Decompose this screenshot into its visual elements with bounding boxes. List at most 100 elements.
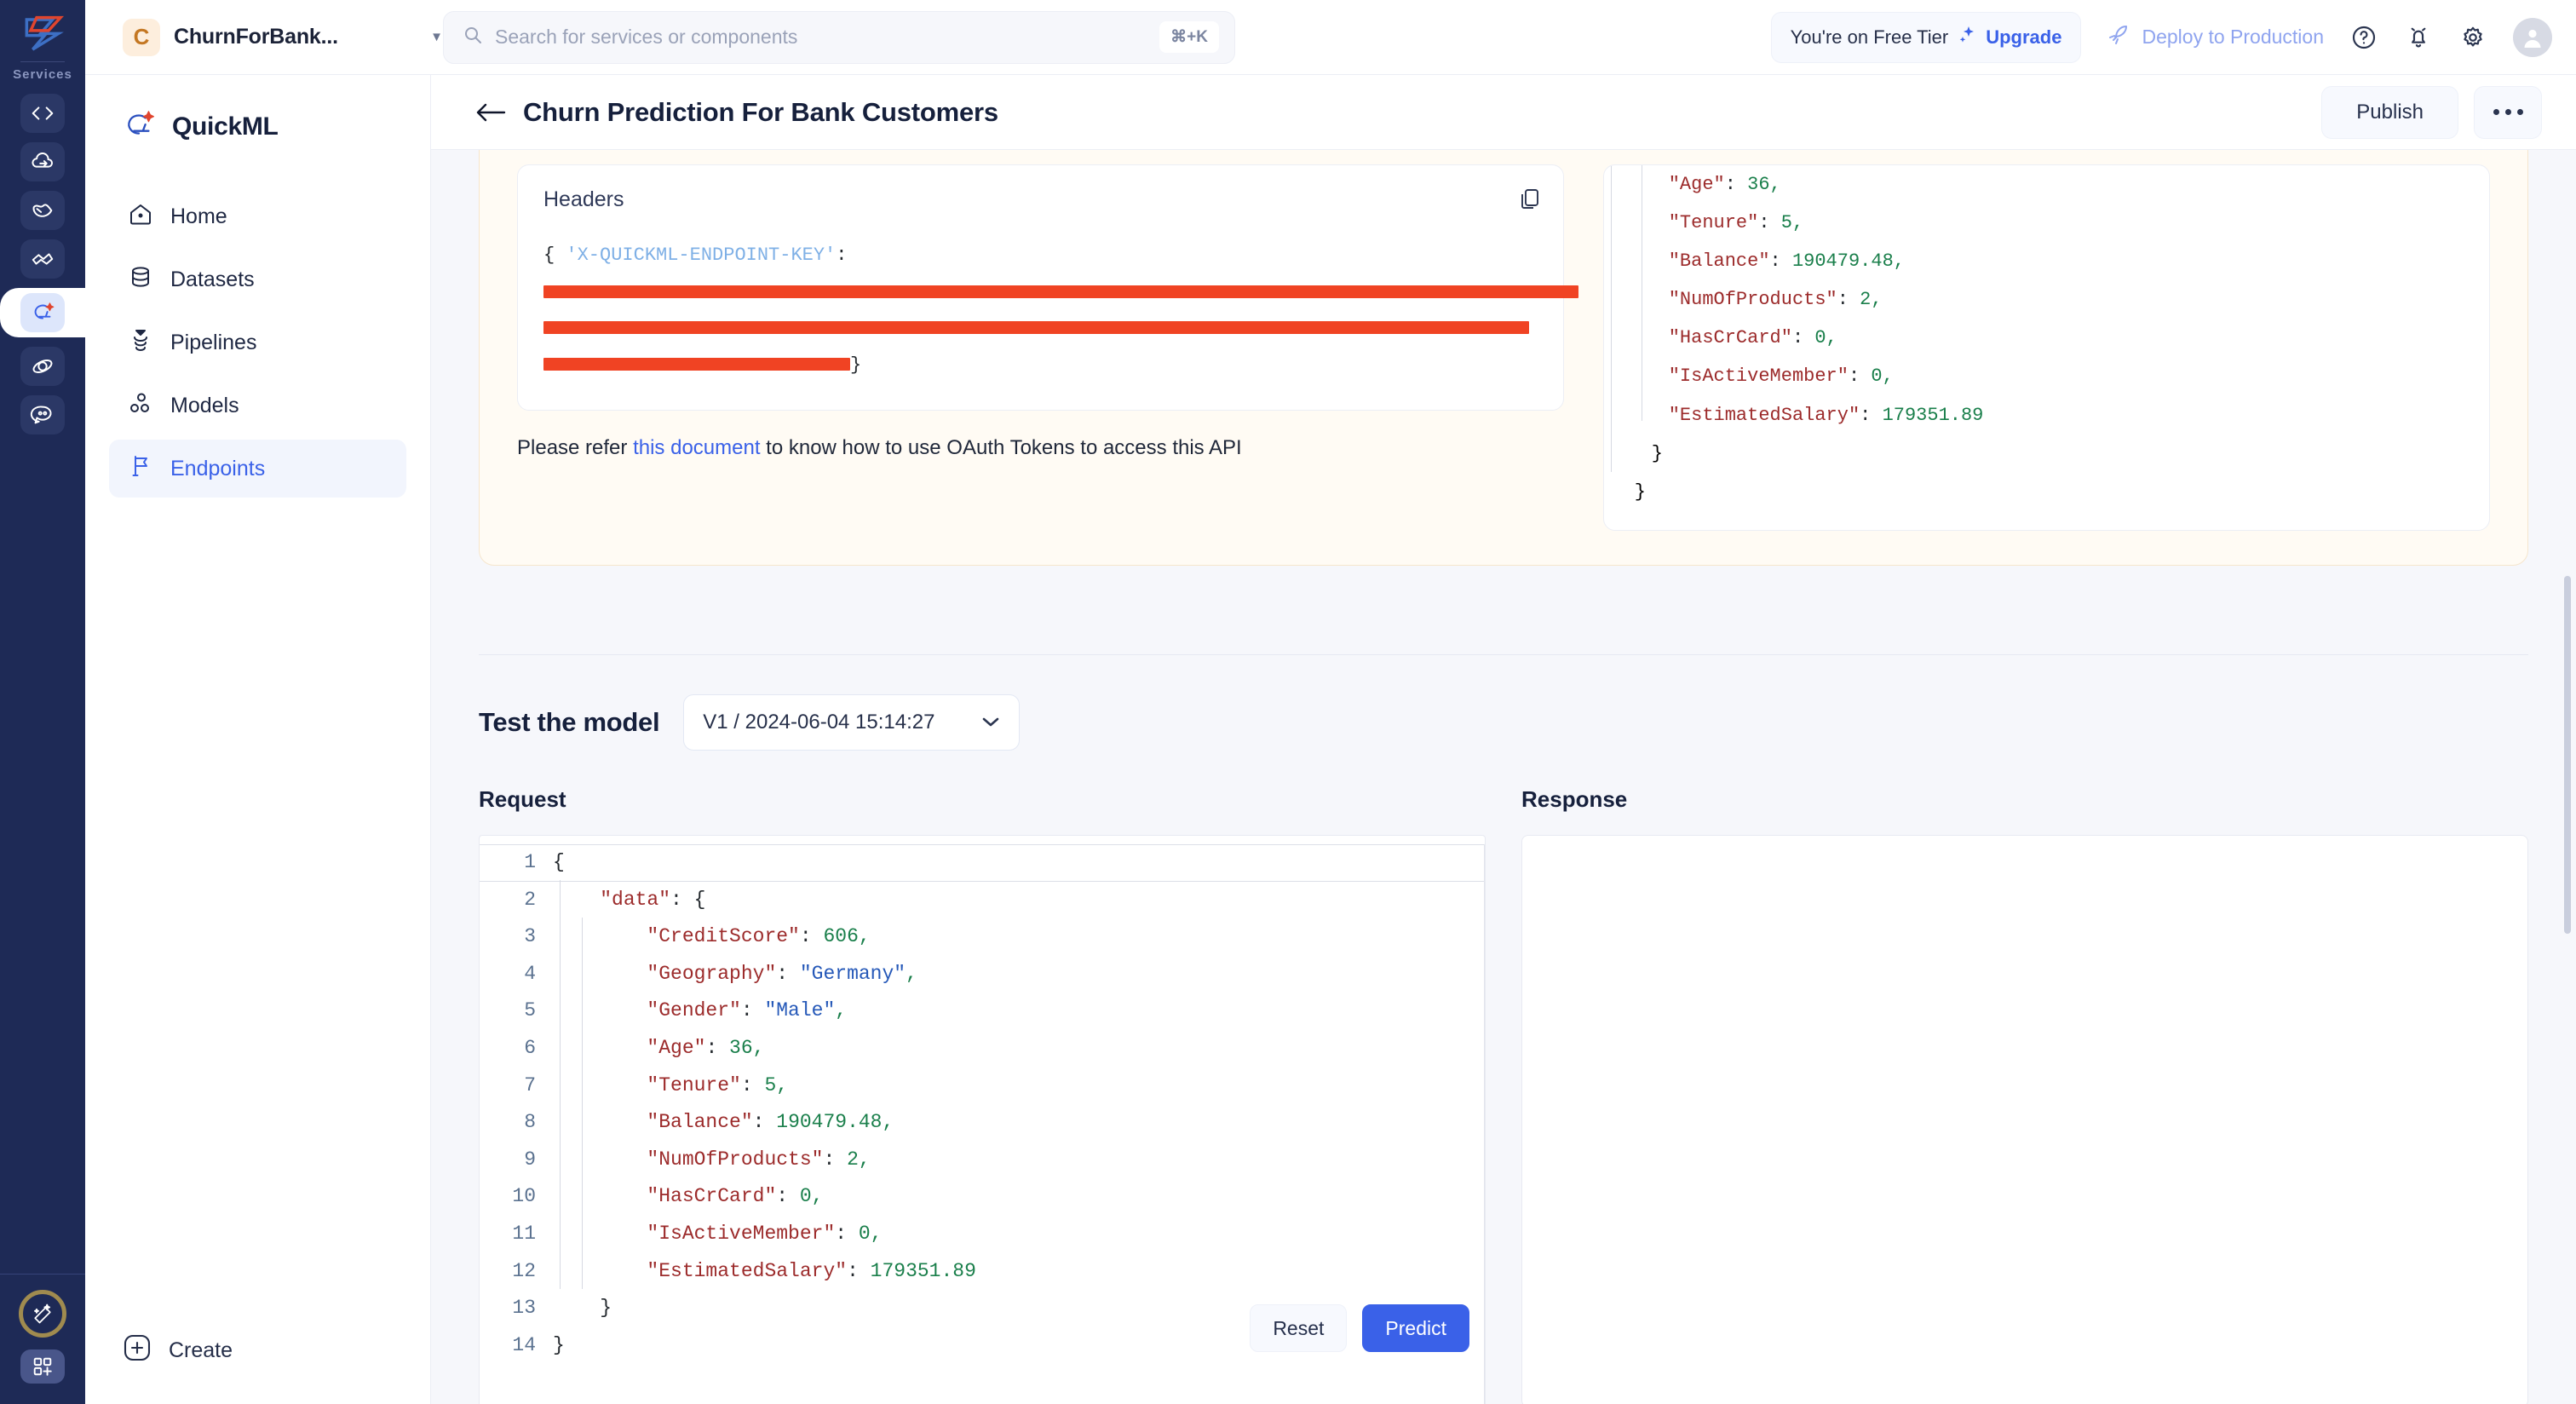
help-icon[interactable]: [2349, 23, 2378, 52]
sidebar-item-endpoints[interactable]: Endpoints: [109, 440, 406, 498]
search-icon: [463, 25, 483, 49]
response-label: Response: [1521, 786, 1628, 812]
predict-button[interactable]: Predict: [1362, 1304, 1469, 1352]
editor-line-number: 5: [524, 999, 536, 1022]
editor-line: "Gender": "Male",: [647, 999, 848, 1022]
scroll-area: Headers {'X-QUICKML-ENDPOINT-KEY':} Pl…: [431, 150, 2576, 1404]
company-logo-icon[interactable]: [19, 14, 66, 53]
request-response-panes: Request 1 2 3 4 5 6 7 8 9 10 11 12 13 14 {: [479, 786, 2528, 1404]
editor-indent-guide-1: [560, 880, 561, 1289]
rail-bottom-group: [0, 1274, 85, 1404]
page-header: Churn Prediction For Bank Customers Publ…: [431, 75, 2576, 150]
test-model-section: Test the model V1 / 2024-06-04 15:14:27: [479, 654, 2528, 1404]
editor-line-number: 7: [524, 1073, 536, 1096]
back-arrow-icon[interactable]: [472, 94, 509, 131]
rail-item-wrap-analytics: [0, 191, 85, 230]
sample-response-line: "Tenure": 5,: [1668, 212, 1804, 234]
create-button[interactable]: Create: [85, 1333, 430, 1404]
editor-line-number: 4: [524, 962, 536, 985]
code-close-brace: }: [850, 354, 862, 376]
rail-item-integration[interactable]: [20, 239, 65, 279]
sample-response-close-outer: }: [1634, 480, 1646, 503]
sidebar-item-home[interactable]: Home: [109, 187, 406, 245]
sidebar-item-pipelines[interactable]: Pipelines: [109, 314, 406, 371]
workspace-switcher[interactable]: C ChurnForBank... ▼: [85, 18, 443, 56]
top-bar-actions: You're on Free Tier Upgrade Deploy to Pr…: [1770, 11, 2552, 63]
sparkle-icon: [1957, 25, 1977, 49]
editor-action-buttons: Reset Predict: [1250, 1304, 1469, 1352]
rail-item-analytics[interactable]: [20, 191, 65, 230]
auth-right-column: "Age": 36, "Tenure": 5, "Balance": 190479.…: [1602, 164, 2490, 531]
editor-line: "data": {: [600, 888, 706, 911]
editor-line-number: 10: [512, 1185, 536, 1208]
more-options-button[interactable]: [2474, 85, 2542, 139]
rail-item-code-service[interactable]: [20, 94, 65, 133]
service-rail: Services: [0, 0, 85, 1404]
sample-response-line: "NumOfProducts": 2,: [1668, 289, 1883, 311]
chevron-down-icon[interactable]: ▼: [430, 30, 443, 44]
request-editor[interactable]: 1 2 3 4 5 6 7 8 9 10 11 12 13 14 { "data": { "CreditS…: [479, 835, 1486, 1404]
model-version-select[interactable]: V1 / 2024-06-04 15:14:27: [683, 694, 1021, 751]
global-search[interactable]: Search for services or components ⌘+K: [443, 10, 1235, 64]
headers-code-line-2: [543, 274, 1578, 311]
deploy-label: Deploy to Production: [2142, 26, 2324, 48]
oauth-hint-suffix: to know how to use OAuth Tokens to acces…: [760, 435, 1242, 459]
create-label: Create: [169, 1338, 233, 1362]
user-avatar[interactable]: [2513, 17, 2552, 57]
settings-gear-icon[interactable]: [2458, 23, 2487, 52]
editor-line: "Age": 36,: [647, 1036, 765, 1059]
sidebar-item-datasets[interactable]: Datasets: [109, 250, 406, 308]
editor-line: "IsActiveMember": 0,: [647, 1222, 883, 1245]
rail-item-wrap-chatbot: [0, 395, 85, 434]
editor-line-number: 9: [524, 1148, 536, 1171]
headers-title: Headers: [543, 187, 624, 211]
chevron-down-icon-select: [981, 713, 1000, 733]
deploy-to-production-button[interactable]: Deploy to Production: [2107, 23, 2324, 52]
oauth-doc-link[interactable]: this document: [633, 436, 760, 459]
plus-circle-icon: [123, 1333, 152, 1368]
publish-button[interactable]: Publish: [2321, 85, 2458, 139]
sample-response-line: "Age": 36,: [1668, 174, 1781, 195]
workspace-name: ChurnForBank...: [174, 25, 338, 49]
upgrade-button[interactable]: Upgrade: [1986, 26, 2061, 49]
page-title: Churn Prediction For Bank Customers: [523, 96, 998, 127]
sample-response-code: "Age": 36, "Tenure": 5, "Balance": 190479.…: [1604, 165, 2489, 511]
headers-code: { 'X-QUICKML-ENDPOINT-KEY':}: [543, 238, 1578, 384]
sidebar-item-label-datasets: Datasets: [170, 267, 255, 291]
sidebar-item-models[interactable]: Models: [109, 377, 406, 434]
copy-icon[interactable]: [1519, 187, 1541, 214]
editor-line: "Geography": "Germany",: [647, 962, 917, 985]
flag-icon: [128, 453, 153, 485]
database-icon: [128, 264, 153, 296]
app-root: Services C ChurnForBank... ▼ Search for …: [0, 0, 2576, 1404]
rail-item-quickml[interactable]: [20, 293, 65, 332]
quickml-logo-icon: [121, 107, 157, 147]
rail-item-chat-bot[interactable]: [20, 395, 65, 434]
rail-item-cloud-deploy[interactable]: [20, 142, 65, 181]
rocket-icon: [2107, 23, 2130, 52]
vertical-scrollbar[interactable]: [2564, 576, 2571, 934]
model-version-value: V1 / 2024-06-04 15:14:27: [703, 711, 935, 734]
app-grid-plus-icon[interactable]: [20, 1349, 65, 1384]
sidebar-item-label-models: Models: [170, 393, 239, 417]
workspace-avatar: C: [123, 18, 160, 56]
sidebar-item-label-pipelines: Pipelines: [170, 330, 257, 354]
rail-bottom-divider: [0, 1274, 85, 1275]
notifications-bell-icon[interactable]: [2404, 23, 2433, 52]
editor-line-number: 11: [512, 1222, 536, 1245]
rail-item-orbit[interactable]: [20, 347, 65, 386]
sample-response-line: "HasCrCard": 0,: [1668, 327, 1837, 349]
page-header-actions: Publish: [2321, 85, 2542, 139]
sidebar-nav: Home Datasets Pipelines Models Endpoints: [85, 187, 430, 498]
headers-code-line-4: }: [543, 348, 1538, 384]
indent-guide-outer: [1610, 165, 1612, 472]
editor-line-number: 13: [512, 1297, 536, 1320]
editor-indent-guide-2: [582, 918, 583, 1289]
magic-wand-icon[interactable]: [19, 1290, 66, 1338]
request-label: Request: [479, 786, 566, 812]
rail-item-list: [0, 94, 85, 434]
free-tier-pill[interactable]: You're on Free Tier Upgrade: [1770, 11, 2082, 63]
reset-button[interactable]: Reset: [1250, 1304, 1348, 1352]
pipeline-icon: [128, 327, 153, 359]
search-input[interactable]: Search for services or components: [495, 26, 1147, 49]
